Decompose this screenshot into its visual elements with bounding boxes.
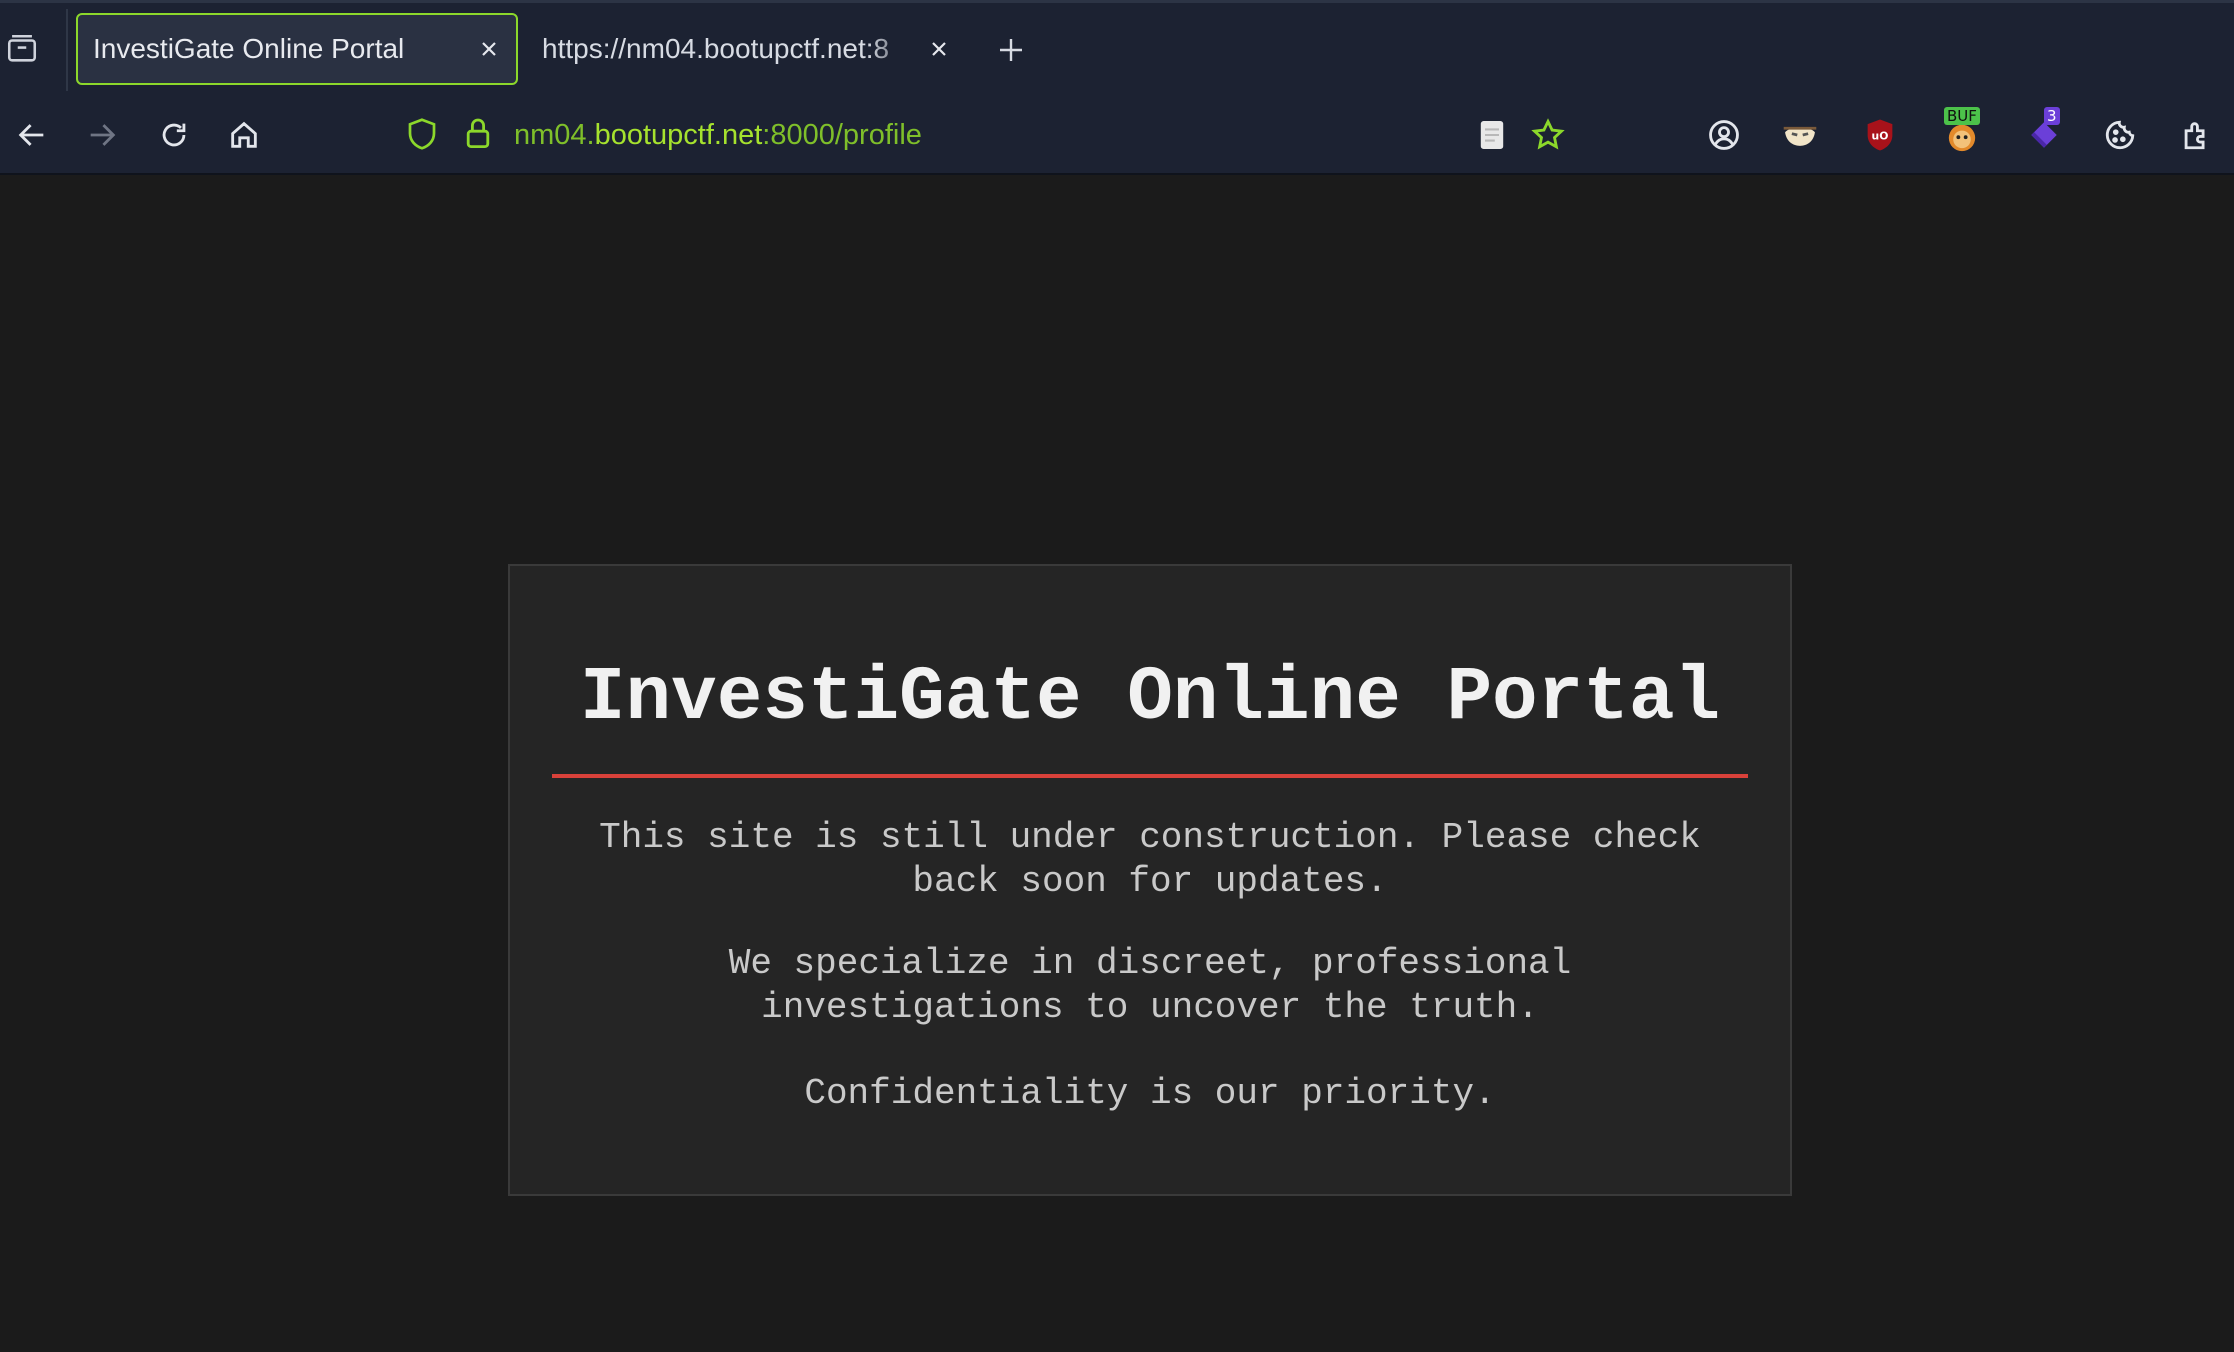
url-host: bootupctf.net bbox=[594, 119, 763, 151]
tab-url[interactable]: https://nm04.bootupctf.net:8 bbox=[526, 13, 966, 85]
ublock-shield-icon[interactable]: uO bbox=[1858, 113, 1902, 157]
tab-investigate-portal[interactable]: InvestiGate Online Portal bbox=[76, 13, 518, 85]
tab-title: https://nm04.bootupctf.net:8 bbox=[542, 33, 890, 64]
tab-strip: InvestiGate Online Portal https://nm04.b… bbox=[0, 0, 2234, 93]
tracking-protection-shield-icon[interactable] bbox=[402, 113, 442, 155]
address-bar-url[interactable]: nm04.bootupctf.net:8000/profile bbox=[514, 115, 922, 155]
close-icon[interactable] bbox=[920, 30, 958, 68]
back-arrow-icon[interactable] bbox=[10, 113, 54, 157]
reload-icon[interactable] bbox=[152, 113, 196, 157]
tab-separator bbox=[66, 9, 68, 91]
lock-icon[interactable] bbox=[458, 113, 498, 155]
extension-badge: 3 bbox=[2044, 107, 2060, 125]
confidentiality-note: Confidentiality is our priority. bbox=[804, 1073, 1496, 1114]
account-icon[interactable] bbox=[1702, 113, 1746, 157]
page-title: InvestiGate Online Portal bbox=[579, 655, 1721, 741]
tab-title: InvestiGate Online Portal bbox=[93, 33, 405, 64]
extensions-puzzle-icon[interactable] bbox=[2174, 113, 2218, 157]
url-path: :8000/profile bbox=[762, 119, 922, 151]
reader-view-icon[interactable] bbox=[1470, 113, 1514, 157]
counter-extension-icon[interactable]: 3 bbox=[2022, 107, 2066, 157]
construction-notice: This site is still under construction. P… bbox=[599, 817, 1701, 902]
construction-card: InvestiGate Online Portal This site is s… bbox=[508, 564, 1792, 1196]
url-subdomain: nm04. bbox=[514, 119, 595, 151]
bookmark-star-icon[interactable] bbox=[1526, 113, 1570, 157]
svg-text:uO: uO bbox=[1872, 130, 1889, 143]
home-icon[interactable] bbox=[222, 113, 266, 157]
title-divider bbox=[552, 774, 1748, 778]
bug-bounty-extension-icon[interactable]: BUF bbox=[1940, 107, 1984, 157]
extension-badge: BUF bbox=[1944, 107, 1980, 125]
nav-toolbar: nm04.bootupctf.net:8000/profile uO BUF 3 bbox=[0, 93, 2234, 175]
tab-list-icon[interactable] bbox=[0, 23, 44, 75]
forward-arrow-icon[interactable] bbox=[80, 113, 124, 157]
close-icon[interactable] bbox=[470, 30, 508, 68]
services-description: We specialize in discreet, professional … bbox=[728, 943, 1572, 1028]
extension-mask-icon[interactable] bbox=[1778, 113, 1822, 157]
new-tab-plus-icon[interactable] bbox=[990, 29, 1032, 71]
cookie-icon[interactable] bbox=[2098, 113, 2142, 157]
